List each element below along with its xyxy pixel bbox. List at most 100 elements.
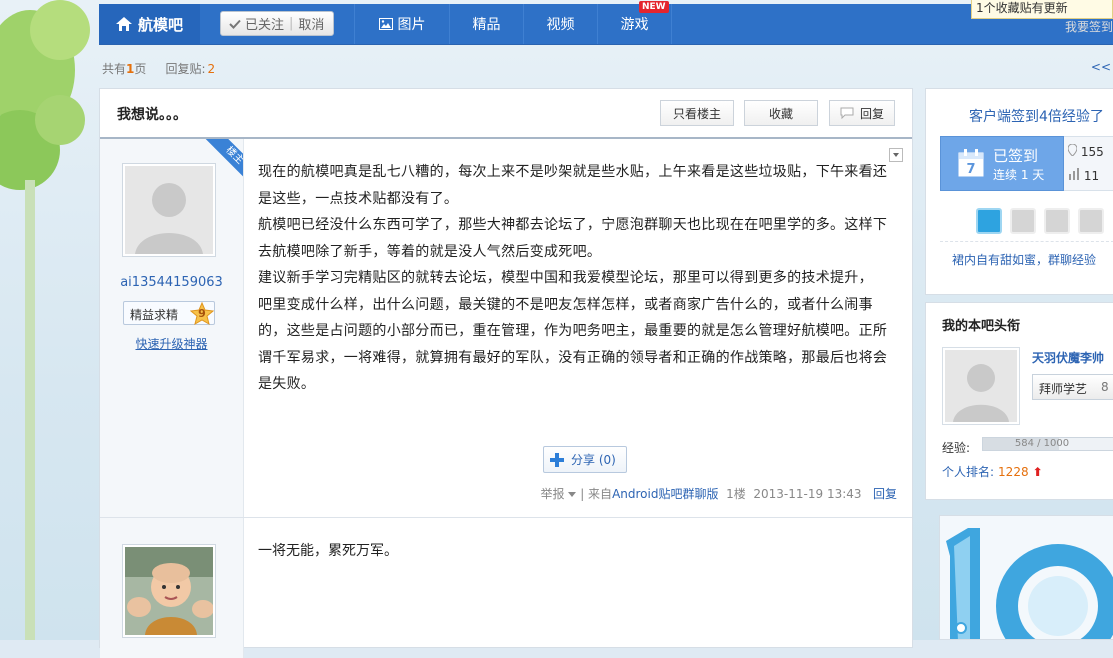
default-avatar-icon [125,166,213,254]
child-avatar-image [125,547,214,635]
my-avatar[interactable] [942,347,1020,425]
reply-count-label: 回复贴: [165,62,206,76]
post-floor-1: ai13544159063 精益求精 9 快速升级神器 楼主 现在的航模吧真是乱… [100,139,912,518]
op-ribbon-label: 楼主 [203,139,243,181]
author-username[interactable]: ai13544159063 [100,275,243,290]
new-badge: NEW [639,1,669,13]
report-link[interactable]: 举报 [541,487,565,501]
calendar-icon: 7 [958,149,984,177]
author-panel: ai13544159063 精益求精 9 快速升级神器 [100,139,244,517]
my-title-panel: 我的本吧头衔 天羽伏魔李帅 拜师学艺 8 经验: 584 / 1000 个人排名… [925,302,1113,500]
reply-count: 2 [207,62,216,76]
exp-text: 584 / 1000 [1014,438,1070,449]
sign-option-icon[interactable] [1044,208,1070,234]
apprentice-label: 拜师学艺 [1039,382,1088,396]
tab-featured-label: 精品 [472,17,501,33]
location-pin-icon [1067,143,1078,157]
post-content: 一将无能，累死万军。 [258,543,398,559]
sign-option-icon[interactable] [1010,208,1036,234]
from-label: 来自 [588,487,613,501]
image-icon [378,18,393,30]
favorite-button[interactable]: 收藏 [744,100,818,126]
check-icon [229,19,241,29]
favorites-update-tip[interactable]: 1个收藏贴有更新 [971,0,1113,19]
post-floor-2: 一将无能，累死万军。 [100,518,912,658]
total-prefix: 共有 [102,62,127,76]
group-chat-tip[interactable]: 裙内自有甜如蜜，群聊经验 [952,251,1096,268]
exp-label: 经验: [942,441,971,455]
sign-in-link[interactable]: 我要签到 [1065,18,1113,35]
exp-progress-bar: 584 / 1000 [982,437,1113,451]
sign-option-icon[interactable] [1078,208,1104,234]
apprentice-number: 8 [1101,380,1109,394]
right-sidebar: 客户端签到4倍经验了 7 已签到 连续 1 天 155 11 裙内自有甜如蜜，群… [925,88,1113,640]
sign-promo-link[interactable]: 客户端签到4倍经验了 [969,106,1104,126]
forum-name: 航模吧 [137,15,183,34]
my-title-heading: 我的本吧头衔 [942,319,1021,334]
tab-videos[interactable]: 视频 [523,4,597,44]
share-button[interactable]: 分享 (0) [543,446,627,473]
post-content: 现在的航模吧真是乱七八糟的，每次上来不是吵架就是些水贴，上午来看是这些垃圾贴，下… [258,159,898,398]
forum-home-link[interactable]: 航模吧 [99,4,200,44]
follow-toggle-button[interactable]: 已关注 | 取消 [220,11,334,36]
tab-videos-label: 视频 [546,17,575,33]
reply-button-label: 回复 [859,106,884,121]
sign-rank-value: 155 [1080,145,1104,159]
sign-count-stat: 11 [1068,168,1099,183]
reply-button[interactable]: 回复 [829,100,895,126]
post-paragraph: 建议新手学习完精贴区的就转去论坛，模型中国和我爱模型论坛，那里可以得到更多的技术… [258,270,873,286]
client-link[interactable]: Android贴吧群聊版 [612,487,718,501]
apprentice-button[interactable]: 拜师学艺 8 [1032,374,1113,400]
sign-in-panel: 客户端签到4倍经验了 7 已签到 连续 1 天 155 11 裙内自有甜如蜜，群… [925,88,1113,295]
followed-label: 已关注 [245,18,285,33]
level-number: 9 [198,307,206,320]
post-paragraph: 现在的航模吧真是乱七八糟的，每次上来不是吵架就是些水贴，上午来看是这些垃圾贴，下… [258,164,888,207]
ad-banner[interactable] [939,515,1113,640]
prev-page-link[interactable]: << [1091,60,1111,74]
top-nav-bar: 航模吧 已关注 | 取消 图片 精品 视频 游戏 NEW 我要签到 [99,1,1113,45]
sign-stats: 155 11 [1064,136,1113,191]
title-badge[interactable]: 精益求精 9 [123,301,215,326]
sign-rank-stat: 155 [1067,143,1104,159]
page-info: 共有1页 回复贴: 2 [102,60,215,77]
plus-icon [550,452,564,467]
unfollow-link[interactable]: 取消 [298,14,324,33]
title-badge-label: 精益求精 [130,308,179,322]
bar-chart-icon [1069,168,1079,180]
floor-number: 1楼 [726,487,746,501]
home-icon [115,17,132,31]
follow-separator: | [289,16,294,31]
report-caret-icon[interactable] [568,492,577,497]
sign-app-icon[interactable] [976,208,1002,234]
my-title-name[interactable]: 天羽伏魔李帅 [1032,349,1104,366]
thread-header: 我想说。。。 只看楼主 收藏 回复 [100,89,912,139]
upgrade-link[interactable]: 快速升级神器 [100,335,243,352]
only-op-button[interactable]: 只看楼主 [660,100,734,126]
post-paragraph: 航模吧已经没什么东西可学了，那些大神都去论坛了，宁愿泡群聊天也比现在在吧里学的多… [258,217,888,260]
level-star-icon: 9 [189,301,215,326]
post-paragraph: 吧里变成什么样，出什么问题，最关键的不是吧友怎样怎样，或者商家广告什么的，或者什… [258,296,888,393]
rank-value: 1228 [998,465,1029,479]
thread-title: 我想说。。。 [117,107,187,123]
rank-label: 个人排名: [942,465,995,479]
tab-featured[interactable]: 精品 [449,4,523,44]
signed-label: 已签到 [993,147,1039,165]
tab-pictures[interactable]: 图片 [354,4,449,44]
rank-up-arrow-icon: ⬆ [1032,465,1043,479]
total-suffix: 页 [134,62,147,76]
floor-reply-link[interactable]: 回复 [873,487,897,501]
avatar[interactable] [122,544,216,638]
op-ribbon: 楼主 [201,139,243,181]
streak-label: 连续 1 天 [993,168,1045,182]
post-timestamp: 2013-11-19 13:43 [753,487,862,501]
share-label: 分享 (0) [571,453,616,467]
divider [940,241,1113,242]
author-panel [100,518,244,658]
thread-container: 我想说。。。 只看楼主 收藏 回复 ai13544159063 精益求精 9 快… [99,88,913,658]
comment-icon [840,107,854,119]
sign-count-value: 11 [1083,169,1100,183]
post-footer: 举报 | 来自Android贴吧群聊版 1楼 2013-11-19 13:43 … [540,487,897,501]
signed-in-button[interactable]: 7 已签到 连续 1 天 [940,136,1064,191]
tieba-10-logo [940,516,1113,639]
tab-pictures-label: 图片 [397,17,426,33]
